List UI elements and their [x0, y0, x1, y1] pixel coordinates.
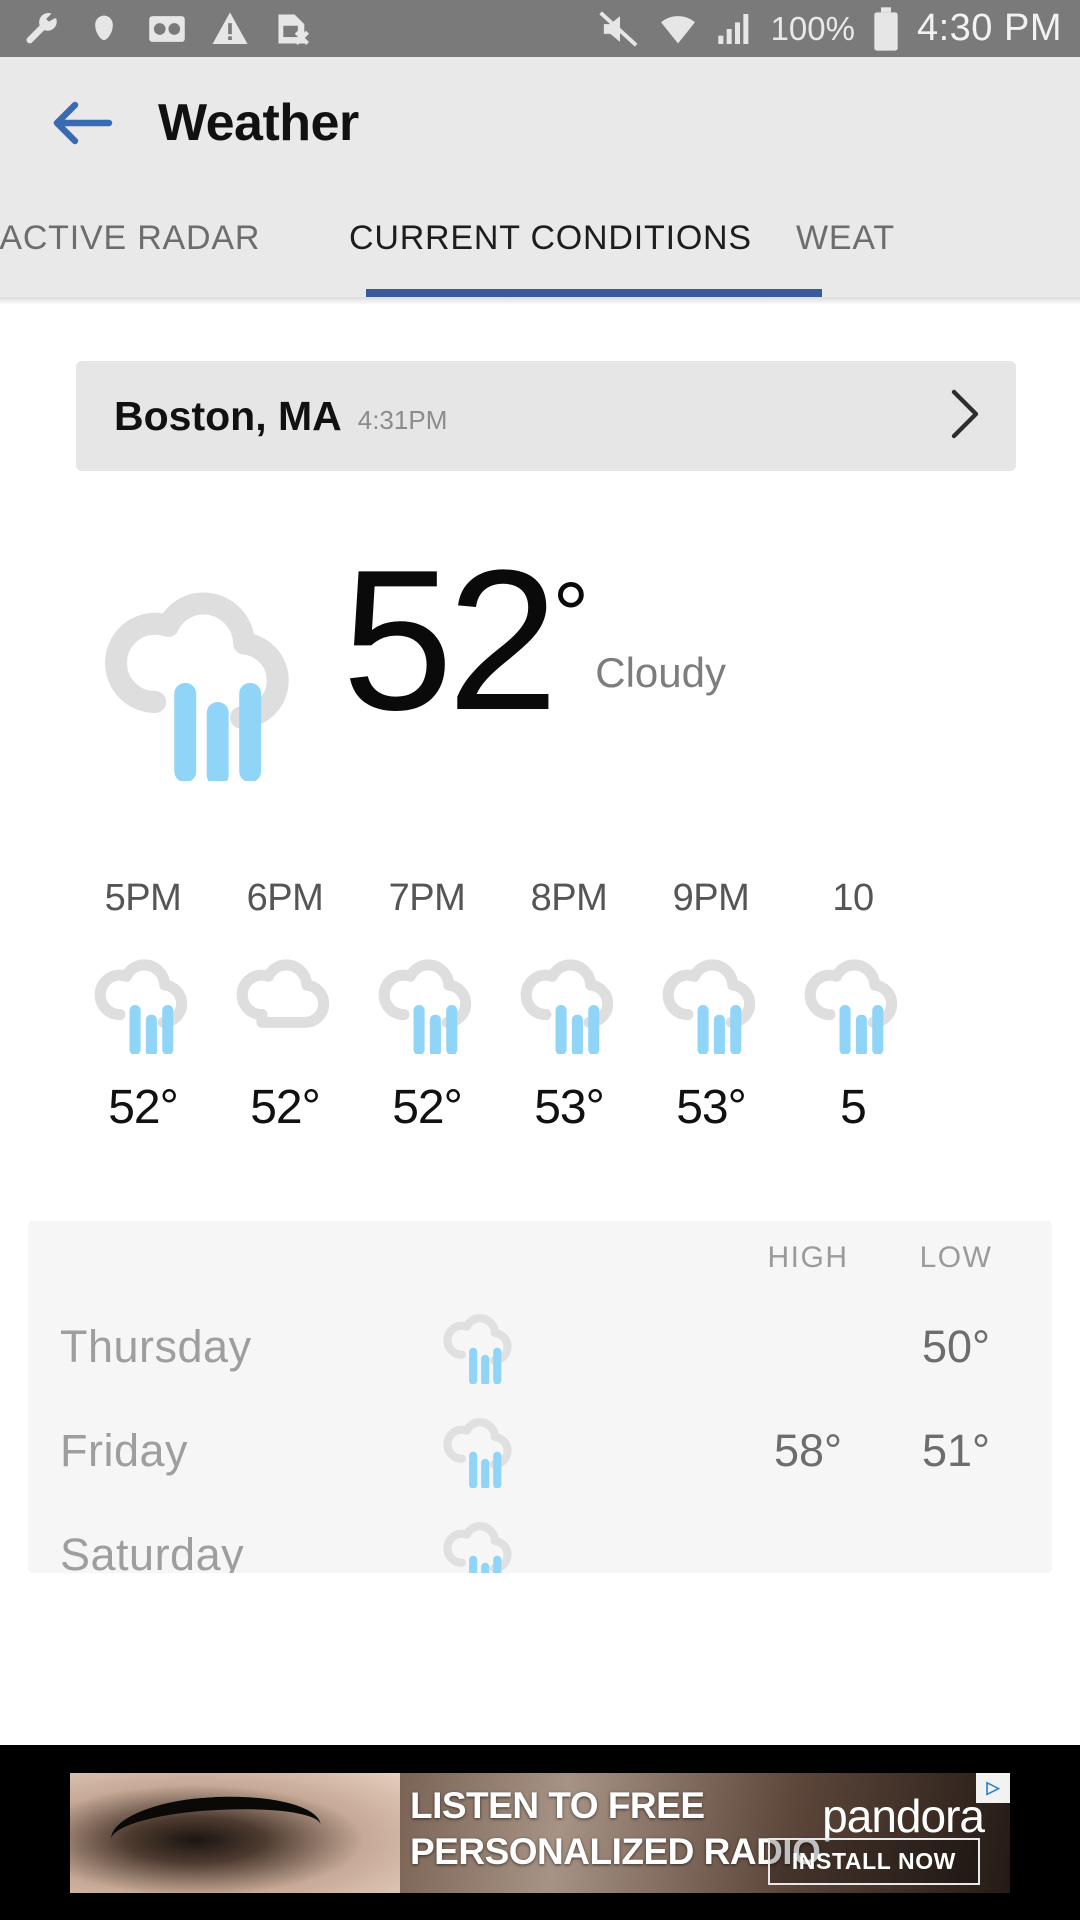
- daily-header-low: LOW: [919, 1241, 993, 1274]
- ad-headline: LISTEN TO FREE PERSONALIZED RADIO: [410, 1784, 821, 1872]
- tab-interactive-radar[interactable]: RACTIVE RADAR: [0, 219, 260, 258]
- daily-row[interactable]: Saturday: [60, 1503, 1020, 1573]
- chevron-right-icon: [948, 386, 982, 447]
- daily-high: 58°: [773, 1425, 843, 1476]
- hourly-item: 8PM 53°: [498, 877, 640, 1135]
- daily-day-name: Thursday: [60, 1321, 252, 1372]
- hourly-time: 6PM: [246, 877, 324, 919]
- location-section: Boston, MA 4:31PM: [0, 305, 1080, 471]
- app-bar: Weather: [0, 57, 1080, 189]
- battery-percent: 100%: [770, 9, 855, 47]
- ad-creative[interactable]: LISTEN TO FREE PERSONALIZED RADIO pandor…: [70, 1772, 1010, 1893]
- hourly-time: 5PM: [104, 877, 182, 919]
- rain-cloud-icon: [105, 592, 289, 781]
- daily-forecast-panel: HIGH LOW Thursday 50° Friday 58° 51° Sat…: [28, 1221, 1052, 1573]
- hourly-item: 10 5: [782, 877, 924, 1135]
- daily-day-name: Friday: [60, 1425, 189, 1476]
- daily-row[interactable]: Thursday 50°: [60, 1295, 1020, 1399]
- hourly-item: 5PM 52°: [72, 877, 214, 1135]
- rain-cloud-icon: [94, 959, 188, 1054]
- ad-headline-line1: LISTEN TO FREE: [410, 1784, 705, 1826]
- wifi-icon: [660, 15, 695, 44]
- hourly-item: 9PM 53°: [640, 877, 782, 1135]
- tab-weather-alerts[interactable]: WEAT: [796, 219, 895, 258]
- status-bar-left-icons: [22, 9, 314, 49]
- hourly-temp: 52°: [108, 1081, 179, 1134]
- status-bar: 100% 4:30 PM: [0, 0, 1080, 57]
- signal-icon: [717, 13, 748, 44]
- rain-cloud-icon: [378, 959, 472, 1054]
- rain-cloud-icon: [662, 959, 756, 1054]
- rain-cloud-icon: [804, 959, 898, 1054]
- main-content: Boston, MA 4:31PM 52 ° Cloudy 5PM 52° 6P…: [0, 305, 1080, 1573]
- location-time: 4:31PM: [357, 404, 448, 435]
- back-arrow-icon: [53, 101, 113, 145]
- hourly-item: 6PM 52°: [214, 877, 356, 1135]
- tab-active-indicator: [366, 289, 822, 297]
- hourly-time: 9PM: [672, 877, 750, 919]
- hourly-temp: 52°: [392, 1081, 463, 1134]
- hourly-temp: 53°: [534, 1081, 605, 1134]
- current-conditions-section: 52 ° Cloudy: [0, 471, 1080, 781]
- daily-row[interactable]: Friday 58° 51°: [60, 1399, 1020, 1503]
- rain-cloud-icon: [443, 1314, 512, 1384]
- location-card[interactable]: Boston, MA 4:31PM: [76, 361, 1016, 471]
- current-description: Cloudy: [595, 649, 727, 696]
- status-bar-right-icons: 100% 4:30 PM: [598, 6, 1062, 51]
- daily-low: 51°: [921, 1425, 991, 1476]
- wrench-icon: [26, 12, 57, 43]
- hourly-time: 10: [832, 877, 874, 919]
- back-button[interactable]: [46, 87, 118, 159]
- pandora-logo: pandora: [822, 1789, 985, 1842]
- daily-values: 50°: [744, 1321, 1020, 1373]
- current-temp-group: 52 ° Cloudy: [342, 529, 727, 752]
- status-bar-clock: 4:30 PM: [916, 7, 1062, 49]
- ad-banner[interactable]: LISTEN TO FREE PERSONALIZED RADIO pandor…: [0, 1745, 1080, 1920]
- adchoices-mark: ▷: [986, 1778, 1000, 1797]
- current-temperature: 52: [342, 529, 558, 752]
- rain-cloud-icon: [520, 959, 614, 1054]
- cloud-icon: [236, 959, 330, 1028]
- hourly-temp: 5: [840, 1081, 867, 1134]
- daily-low: 50°: [921, 1321, 991, 1372]
- rain-cloud-icon: [443, 1418, 512, 1488]
- tab-current-conditions[interactable]: CURRENT CONDITIONS: [349, 219, 752, 258]
- daily-forecast-header: HIGH LOW: [60, 1221, 1020, 1295]
- hourly-time: 7PM: [388, 877, 466, 919]
- hourly-item: 7PM 52°: [356, 877, 498, 1135]
- warning-icon: [212, 11, 248, 44]
- mute-icon: [598, 10, 638, 47]
- rain-cloud-icon: [443, 1522, 512, 1573]
- voicemail-icon: [149, 15, 185, 42]
- page-title: Weather: [158, 94, 359, 152]
- sim-card-error-icon: [278, 13, 310, 45]
- tab-bar-shadow: [0, 297, 1080, 305]
- daily-values: 58° 51°: [744, 1425, 1020, 1477]
- battery-icon: [874, 6, 898, 51]
- ad-headline-line2: PERSONALIZED RADIO: [410, 1830, 821, 1872]
- adchoices-icon[interactable]: ▷: [976, 1772, 1010, 1803]
- hourly-forecast-row[interactable]: 5PM 52° 6PM 52° 7PM 52° 8PM 53° 9PM 53° …: [0, 877, 1080, 1135]
- tab-bar: RACTIVE RADAR CURRENT CONDITIONS WEAT: [0, 189, 1080, 297]
- hourly-temp: 53°: [676, 1081, 747, 1134]
- cloud-icon: [95, 15, 113, 40]
- hourly-temp: 52°: [250, 1081, 321, 1134]
- current-degree-symbol: °: [552, 564, 590, 666]
- daily-header-high: HIGH: [767, 1241, 849, 1274]
- install-now-button[interactable]: INSTALL NOW: [767, 1837, 980, 1885]
- hourly-time: 8PM: [530, 877, 608, 919]
- location-name: Boston, MA: [114, 392, 342, 439]
- daily-day-name: Saturday: [60, 1529, 245, 1573]
